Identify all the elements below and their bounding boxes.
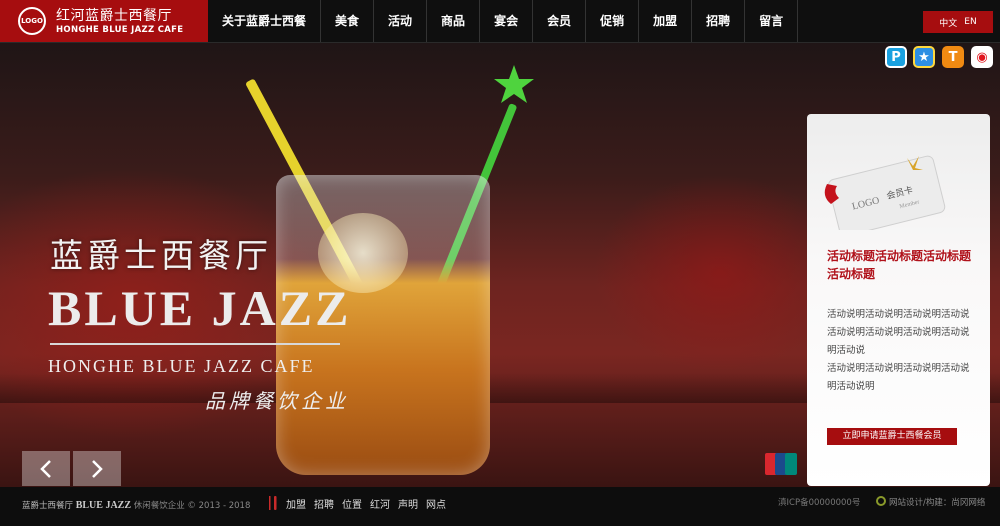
description-line: 活动说明活动说明活动说明活动说明活动说 <box>827 327 970 356</box>
apply-member-button[interactable]: 立即申请蓝爵士西餐会员 <box>827 428 957 445</box>
logo-mark: LOGO <box>18 7 46 35</box>
unionpay-logo-icon <box>765 453 797 475</box>
footer-link-location[interactable]: 位置 <box>342 496 362 511</box>
footer-link-statement[interactable]: 声明 <box>398 496 418 511</box>
footer-brand-en: BLUE JAZZ <box>75 500 132 511</box>
footer-link-honghe[interactable]: 红河 <box>370 496 390 511</box>
footer-link-outlets[interactable]: 网点 <box>426 496 446 511</box>
member-card-icon: LOGO 会员卡 Member <box>824 155 946 230</box>
nav-item-message[interactable]: 留言 <box>745 0 799 42</box>
nav-item-members[interactable]: 会员 <box>533 0 587 42</box>
p-icon[interactable]: P <box>885 46 907 68</box>
cutlery-icon <box>269 496 277 510</box>
designer-logo-icon <box>876 496 886 506</box>
hero-title-en: BLUE JAZZ <box>48 280 352 336</box>
nav-item-events[interactable]: 活动 <box>374 0 428 42</box>
chevron-left-icon <box>40 459 51 478</box>
tencent-weibo-icon[interactable]: T <box>942 46 964 68</box>
logo-title-cn: 红河蓝爵士西餐厅 <box>56 8 172 24</box>
activity-title[interactable]: 活动标题活动标题活动标题活动标题 <box>827 247 977 283</box>
nav-item-food[interactable]: 美食 <box>321 0 375 42</box>
activity-description: 活动说明活动说明活动说明活动说 活动说明活动说明活动说明活动说明活动说 活动说明… <box>827 306 977 396</box>
description-line: 活动说明活动说明活动说明活动说明活动说明 <box>827 363 970 392</box>
icp-number[interactable]: 滇ICP备00000000号 <box>778 496 860 508</box>
nav-item-about[interactable]: 关于蓝爵士西餐 <box>208 0 322 42</box>
hero-title-cn: 蓝爵士西餐厅 <box>50 236 272 275</box>
qzone-icon[interactable]: ★ <box>913 46 935 68</box>
footer-link-jobs[interactable]: 招聘 <box>314 496 334 511</box>
main-nav: 关于蓝爵士西餐 美食 活动 商品 宴会 会员 促销 加盟 招聘 留言 <box>208 0 799 42</box>
footer-link-franchise[interactable]: 加盟 <box>286 496 306 511</box>
footer: 蓝爵士西餐厅 BLUE JAZZ 休闲餐饮企业 © 2013 - 2018 加盟… <box>0 487 1000 526</box>
logo-title-en: HONGHE BLUE JAZZ CAFE <box>56 25 184 35</box>
description-line: 活动说明活动说明活动说明活动说 <box>827 309 970 320</box>
nav-item-banquet[interactable]: 宴会 <box>480 0 534 42</box>
top-bar: LOGO 红河蓝爵士西餐厅 HONGHE BLUE JAZZ CAFE 关于蓝爵… <box>0 0 1000 43</box>
designer-credit[interactable]: 网站设计/构建：尚冈网络 <box>889 496 985 508</box>
hero-divider <box>50 343 340 345</box>
sina-weibo-icon[interactable]: ◉ <box>971 46 993 68</box>
hero-subtitle: HONGHE BLUE JAZZ CAFE <box>48 356 315 376</box>
logo[interactable]: LOGO 红河蓝爵士西餐厅 HONGHE BLUE JAZZ CAFE <box>0 0 208 42</box>
chevron-right-icon <box>92 459 103 478</box>
footer-copyright-text: 休闲餐饮企业 © 2013 - 2018 <box>133 501 251 511</box>
language-switcher: 中文 EN <box>923 11 993 33</box>
nav-item-products[interactable]: 商品 <box>427 0 481 42</box>
nav-item-promotions[interactable]: 促销 <box>586 0 640 42</box>
star-decoration-icon <box>494 65 534 103</box>
hero-brand-slogan: 品牌餐饮企业 <box>205 389 349 413</box>
footer-brand-cn: 蓝爵士西餐厅 <box>22 501 74 511</box>
footer-links: 加盟 招聘 位置 红河 声明 网点 <box>286 496 446 511</box>
next-slide-button[interactable] <box>73 451 121 486</box>
footer-copyright: 蓝爵士西餐厅 BLUE JAZZ 休闲餐饮企业 © 2013 - 2018 <box>22 499 250 511</box>
nav-item-jobs[interactable]: 招聘 <box>692 0 746 42</box>
lang-en-link[interactable]: EN <box>964 17 976 27</box>
nav-item-franchise[interactable]: 加盟 <box>639 0 693 42</box>
member-panel: LOGO 会员卡 Member 活动标题活动标题活动标题活动标题 活动说明活动说… <box>807 114 990 486</box>
lang-cn-link[interactable]: 中文 <box>939 16 957 29</box>
prev-slide-button[interactable] <box>22 451 70 486</box>
